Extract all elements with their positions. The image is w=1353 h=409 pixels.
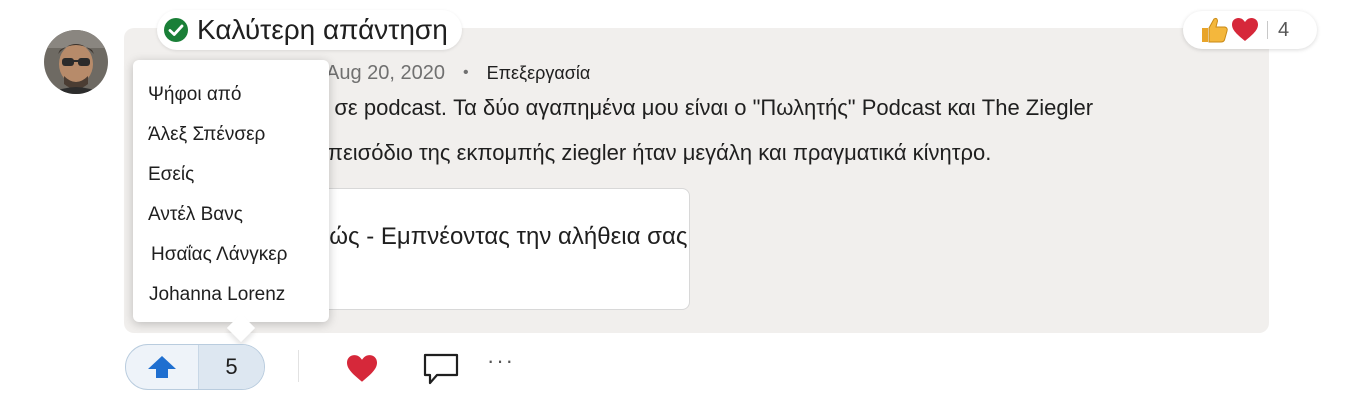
upvote-button[interactable] [126, 345, 199, 389]
best-answer-label: Καλύτερη απάντηση [197, 14, 448, 45]
edit-link[interactable]: Επεξεργασία [487, 63, 591, 84]
reactions-summary[interactable]: 4 [1183, 11, 1317, 49]
post-body-line: επεισόδιο της εκπομπής ziegler ήταν μεγά… [318, 140, 992, 165]
podcast-link-card[interactable]: πώς - Εμπνέοντας την αλήθεια σας e [300, 188, 690, 310]
reaction-separator [1267, 21, 1268, 39]
like-button[interactable] [345, 354, 379, 384]
upvote-count[interactable]: 5 [199, 345, 264, 389]
voter-item[interactable]: Άλεξ Σπένσερ [148, 124, 265, 146]
best-answer-badge: Καλύτερη απάντηση [157, 10, 462, 50]
reaction-count: 4 [1278, 18, 1290, 41]
post-date: Aug 20, 2020 [326, 61, 445, 84]
popup-title: Ψήφοι από [148, 84, 242, 105]
voter-item[interactable]: Αντέλ Βανς [148, 204, 243, 226]
post-meta: Aug 20, 2020 • Επεξεργασία [326, 60, 590, 86]
thumbs-up-icon [1202, 17, 1228, 43]
upvote-control[interactable]: 5 [125, 344, 265, 390]
post-body-line: g σε podcast. Τα δύο αγαπημένα μου είναι… [316, 95, 1094, 120]
avatar[interactable] [44, 30, 108, 94]
voter-item[interactable]: Εσείς [148, 164, 194, 186]
arrow-up-icon [148, 356, 176, 378]
meta-separator: • [463, 64, 469, 81]
podcast-card-title: πώς - Εμπνέοντας την αλήθεια σας [313, 223, 688, 250]
voter-item[interactable]: Johanna Lorenz [149, 284, 285, 306]
comment-icon [423, 353, 459, 385]
voter-item[interactable]: Ησαΐας Λάνγκερ [151, 244, 287, 266]
more-options-button[interactable]: ··· [487, 348, 515, 374]
action-divider [298, 350, 299, 382]
comment-button[interactable] [422, 352, 460, 386]
check-circle-icon [164, 18, 188, 42]
popup-arrow [226, 313, 256, 343]
heart-icon [347, 355, 377, 382]
heart-icon [1232, 18, 1258, 41]
voters-popup: Ψήφοι από Άλεξ Σπένσερ Εσείς Αντέλ Βανς … [133, 60, 329, 343]
